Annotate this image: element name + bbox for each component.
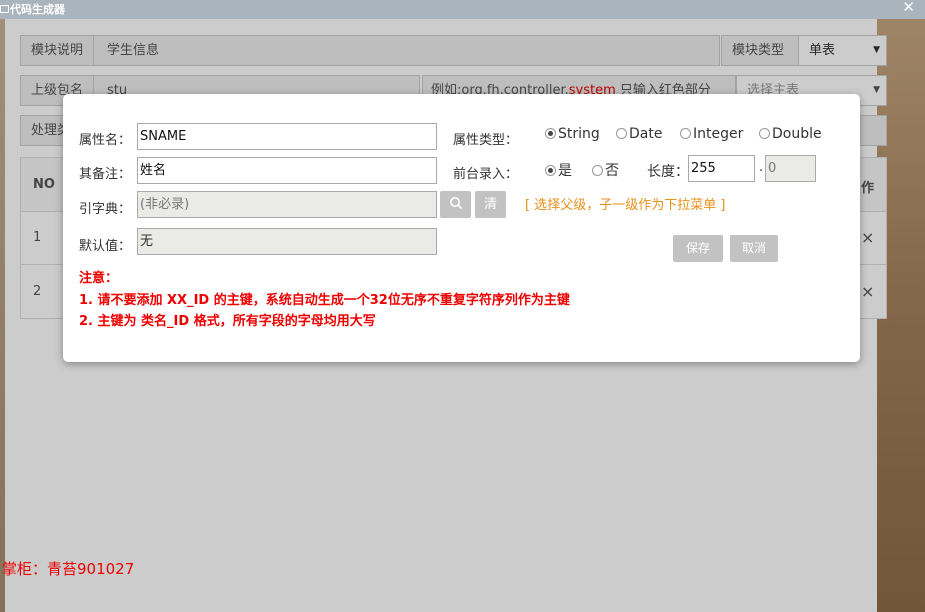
front-radio-yes[interactable]: 是 xyxy=(545,160,572,180)
radio-icon xyxy=(616,128,627,139)
radio-icon xyxy=(680,128,691,139)
dict-hint: [ 选择父级，子一级作为下拉菜单 ] xyxy=(525,198,726,213)
default-input[interactable]: 无 xyxy=(137,228,437,255)
cancel-button[interactable]: 取消 xyxy=(730,235,778,262)
search-icon xyxy=(449,197,462,210)
length-label: 长度： xyxy=(647,164,689,180)
front-radio-no[interactable]: 否 xyxy=(592,160,619,180)
remark-input[interactable]: 姓名 xyxy=(137,157,437,184)
remark-label: 其备注： xyxy=(79,167,132,182)
default-label: 默认值： xyxy=(79,239,132,254)
dict-label: 引字典： xyxy=(79,202,132,217)
note-title: 注意： xyxy=(79,271,119,286)
note-line-1: 1. 请不要添加 XX_ID 的主键，系统自动生成一个32位无序不重复字符序列作… xyxy=(79,293,570,308)
radio-icon xyxy=(592,165,603,176)
dict-search-button[interactable] xyxy=(440,191,471,218)
note-line-2: 2. 主键为 类名_ID 格式，所有字段的字母均用大写 xyxy=(79,314,376,329)
radio-icon xyxy=(759,128,770,139)
prop-name-input[interactable]: SNAME xyxy=(137,123,437,150)
save-button[interactable]: 保存 xyxy=(673,235,723,262)
prop-type-label: 属性类型： xyxy=(453,133,519,148)
dict-input[interactable]: (非必录) xyxy=(137,191,437,218)
type-radio-double[interactable]: Double xyxy=(759,126,822,142)
length-input[interactable]: 255 xyxy=(688,155,755,182)
decimal-dot: . xyxy=(759,160,764,175)
radio-checked-icon xyxy=(545,128,556,139)
window-titlebar: 代码生成器 ✕ xyxy=(0,0,925,19)
radio-checked-icon xyxy=(545,165,556,176)
prop-name-label: 属性名： xyxy=(79,133,132,148)
window-title: 代码生成器 xyxy=(10,3,65,16)
type-radio-date[interactable]: Date xyxy=(616,126,662,142)
front-input-label: 前台录入： xyxy=(453,167,519,182)
type-radio-string[interactable]: String xyxy=(545,126,600,142)
window-icon xyxy=(0,5,9,13)
footer-credit: 掌柜：青苔901027 xyxy=(2,560,135,578)
decimal-input[interactable]: 0 xyxy=(765,155,816,182)
field-editor-dialog: 属性名： SNAME 属性类型： String Date Integer Dou… xyxy=(63,94,860,362)
dict-clear-button[interactable]: 清 xyxy=(475,191,506,218)
type-radio-integer[interactable]: Integer xyxy=(680,126,743,142)
window-close-button[interactable]: ✕ xyxy=(902,0,915,16)
